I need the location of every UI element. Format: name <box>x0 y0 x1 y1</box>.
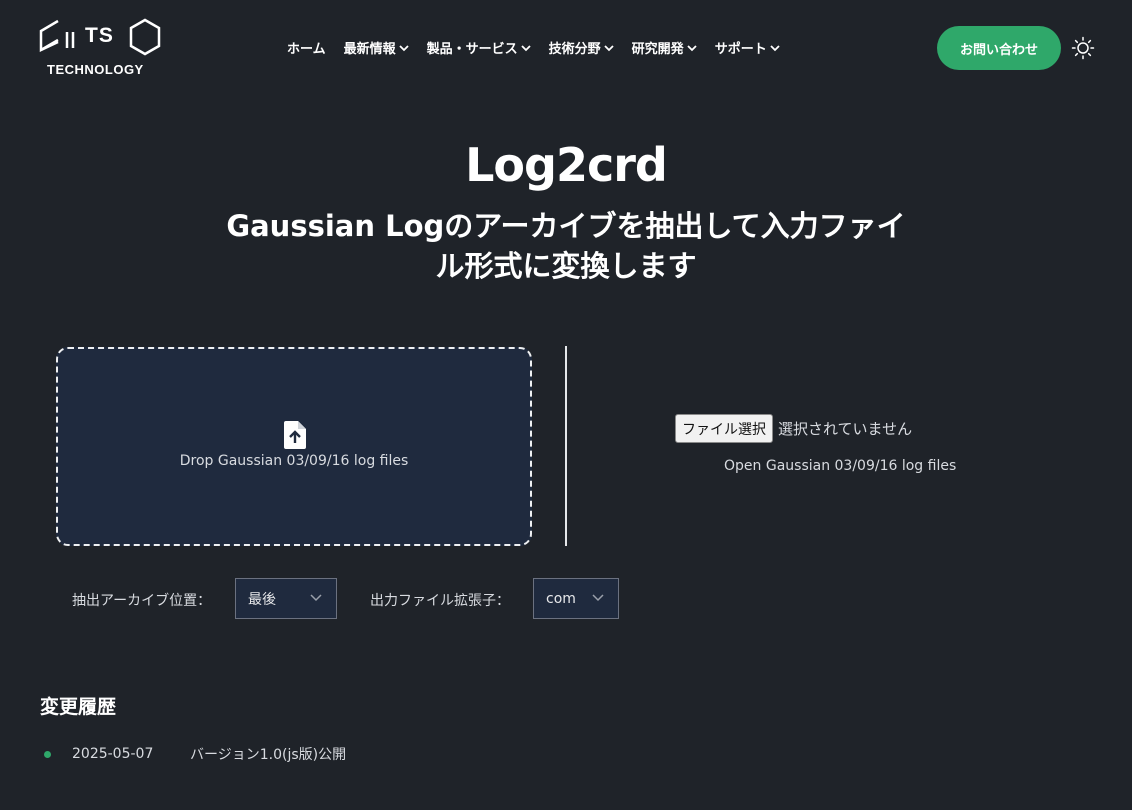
nav-item-technology[interactable]: 技術分野 <box>549 38 614 57</box>
nav-item-support[interactable]: サポート <box>715 38 780 57</box>
nav-item-products[interactable]: 製品・サービス <box>427 38 531 57</box>
archive-position-value: 最後 <box>248 591 276 608</box>
chevron-down-icon <box>687 44 697 51</box>
history-date: 2025-05-07 <box>72 746 154 762</box>
site-header: TS TECHNOLOGY ホーム 最新情報 製品・サービス 技術分野 研究開発… <box>0 0 1132 96</box>
nav-item-label: 最新情報 <box>343 42 396 57</box>
contact-button[interactable]: お問い合わせ <box>937 26 1061 70</box>
logo-text: TS <box>85 24 114 47</box>
history-title: 変更履歴 <box>40 696 117 718</box>
chevron-down-icon <box>604 44 614 51</box>
nav-item-research[interactable]: 研究開発 <box>632 38 697 57</box>
logo-subtext: TECHNOLOGY <box>47 62 144 77</box>
file-status-text: 選択されていません <box>778 420 913 438</box>
page-title: Log2crd <box>465 138 668 192</box>
history-item: 2025-05-07 バージョン1.0(js版)公開 <box>40 744 346 764</box>
file-dropzone[interactable]: Drop Gaussian 03/09/16 log files <box>56 347 532 546</box>
page-subtitle: Gaussian Logのアーカイブを抽出して入力ファイル形式に変換します <box>226 209 906 283</box>
chevron-down-icon <box>399 44 409 51</box>
nav-item-label: 製品・サービス <box>426 42 518 57</box>
extension-label: 出力ファイル拡張子： <box>370 593 510 609</box>
archive-position-label: 抽出アーカイブ位置： <box>72 593 212 609</box>
chevron-down-icon <box>310 594 322 602</box>
chevron-down-icon <box>770 44 780 51</box>
open-files-label: Open Gaussian 03/09/16 log files <box>724 458 957 474</box>
extension-value: com <box>546 590 576 607</box>
nav-item-home[interactable]: ホーム <box>287 38 326 57</box>
nav-item-label: サポート <box>714 42 767 57</box>
main-nav: ホーム 最新情報 製品・サービス 技術分野 研究開発 サポート <box>287 38 798 57</box>
choose-file-button[interactable]: ファイル選択 <box>675 414 773 443</box>
file-upload-icon <box>284 421 306 449</box>
chevron-down-icon <box>592 594 604 602</box>
divider <box>565 346 567 546</box>
nav-item-label: 研究開発 <box>631 42 684 57</box>
file-input: ファイル選択 選択されていません <box>675 414 912 443</box>
history-text: バージョン1.0(js版)公開 <box>190 747 347 763</box>
dropzone-label: Drop Gaussian 03/09/16 log files <box>179 453 409 469</box>
nav-item-label: ホーム <box>287 42 326 57</box>
bullet-icon <box>44 750 51 758</box>
sun-icon[interactable] <box>1071 36 1095 60</box>
nav-item-label: 技術分野 <box>548 42 601 57</box>
archive-position-select[interactable]: 最後 <box>235 578 337 619</box>
extension-select[interactable]: com <box>533 578 619 619</box>
chevron-down-icon <box>521 44 531 51</box>
nav-item-news[interactable]: 最新情報 <box>344 38 409 57</box>
